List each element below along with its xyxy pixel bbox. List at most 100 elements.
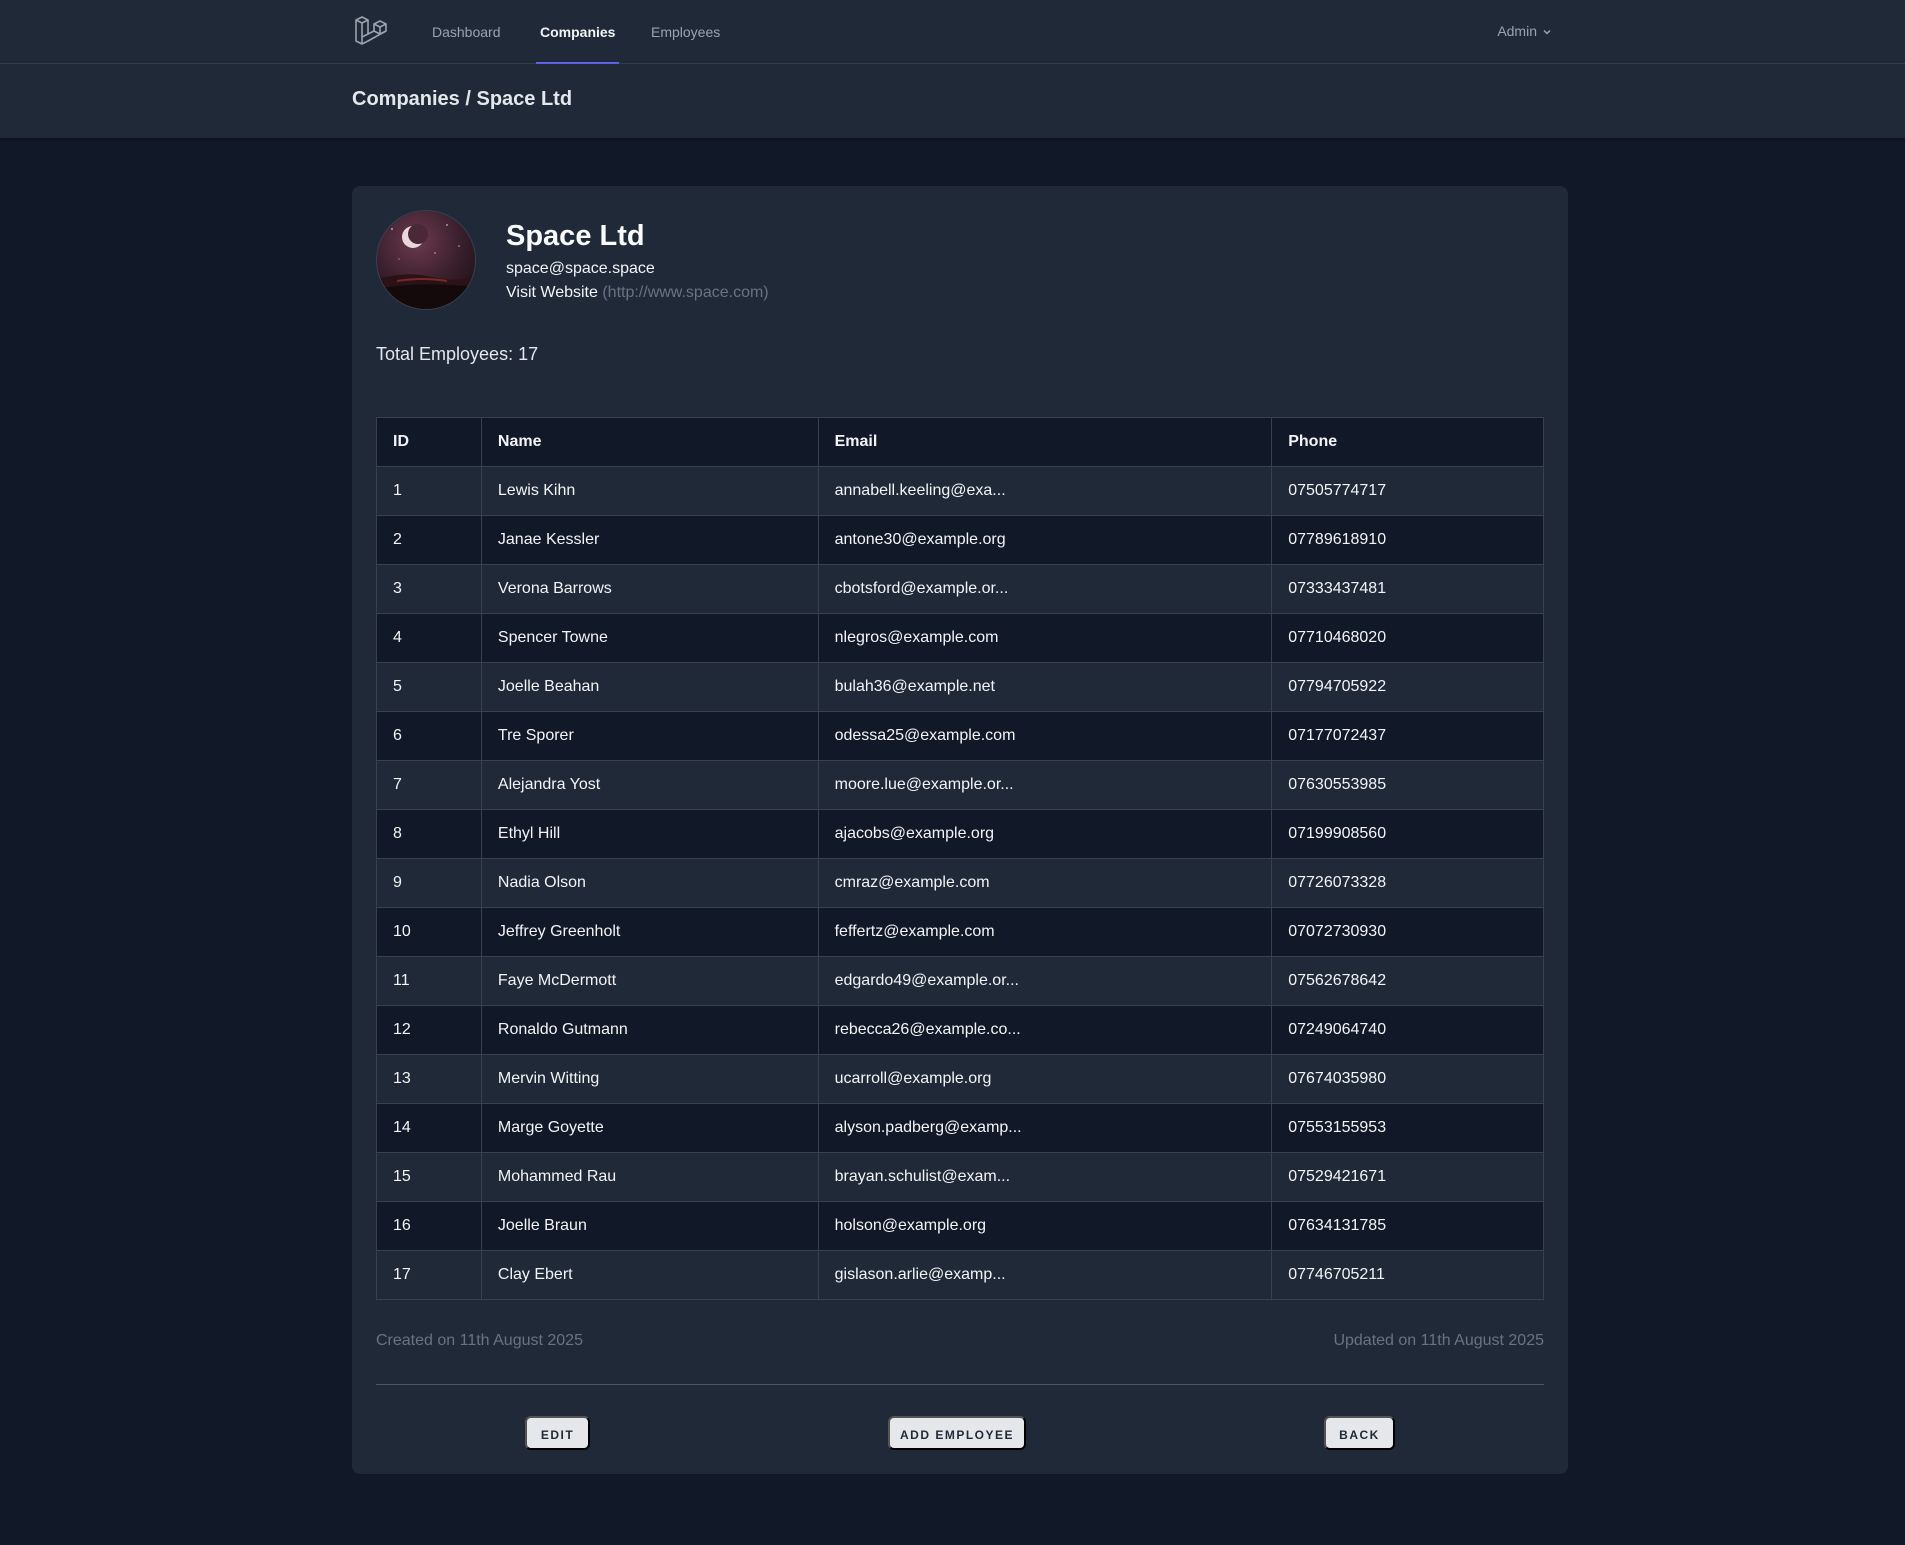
cell-phone: 07529421671 [1271,1152,1544,1202]
cell-id: 3 [376,564,482,614]
cell-phone: 07505774717 [1271,466,1544,516]
table-row: 11 Faye McDermott edgardo49@example.or... 0… [376,956,1544,1006]
user-menu-dropdown[interactable]: Admin [1497,0,1553,64]
divider [376,1384,1544,1385]
cell-email: feffertz@example.com [817,907,1273,957]
column-header-phone: Phone [1271,417,1544,467]
table-body: 1 Lewis Kihn annabell.keeling@exa... 075057… [376,466,1544,1300]
cell-id: 5 [376,662,482,712]
table-header-row: ID Name Email Phone [376,417,1544,467]
table-row: 13 Mervin Witting ucarroll@example.org 0767… [376,1054,1544,1104]
add-employee-button[interactable]: ADD EMPLOYEE [888,1416,1026,1450]
employees-table: ID Name Email Phone 1 Lewis Kihn annabell.… [376,417,1544,1300]
cell-phone: 07177072437 [1271,711,1544,761]
cell-email: brayan.schulist@exam... [817,1152,1273,1202]
cell-id: 10 [376,907,482,957]
cell-id: 1 [376,466,482,516]
cell-id: 16 [376,1201,482,1251]
cell-phone: 07072730930 [1271,907,1544,957]
user-name: Admin [1497,23,1537,39]
cell-phone: 07553155953 [1271,1103,1544,1153]
cell-email: edgardo49@example.or... [817,956,1273,1006]
cell-phone: 07726073328 [1271,858,1544,908]
cell-email: ajacobs@example.org [817,809,1273,859]
cell-name: Marge Goyette [480,1103,819,1153]
cell-id: 8 [376,809,482,859]
cell-id: 13 [376,1054,482,1104]
cell-email: nlegros@example.com [817,613,1273,663]
table-row: 6 Tre Sporer odessa25@example.com 071770724… [376,711,1544,761]
cell-phone: 07634131785 [1271,1201,1544,1251]
website-row: Visit Website (http://www.space.com) [506,284,769,302]
table-row: 9 Nadia Olson cmraz@example.com 07726073328 [376,858,1544,908]
nav-link-dashboard[interactable]: Dashboard [432,0,501,64]
table-row: 3 Verona Barrows cbotsford@example.or... 07… [376,564,1544,614]
cell-id: 9 [376,858,482,908]
cell-name: Jeffrey Greenholt [480,907,819,957]
cell-id: 2 [376,515,482,565]
cell-name: Mervin Witting [480,1054,819,1104]
nav-link-companies[interactable]: Companies [536,0,620,64]
cell-name: Tre Sporer [480,711,819,761]
cell-id: 14 [376,1103,482,1153]
column-header-email: Email [817,417,1273,467]
cell-name: Mohammed Rau [480,1152,819,1202]
cell-email: cbotsford@example.or... [817,564,1273,614]
cell-name: Ethyl Hill [480,809,819,859]
cell-id: 17 [376,1250,482,1300]
table-row: 2 Janae Kessler antone30@example.org 077896… [376,515,1544,565]
cell-id: 6 [376,711,482,761]
cell-name: Ronaldo Gutmann [480,1005,819,1055]
cell-email: antone30@example.org [817,515,1273,565]
cell-email: ucarroll@example.org [817,1054,1273,1104]
table-row: 5 Joelle Beahan bulah36@example.net 0779470… [376,662,1544,712]
cell-id: 15 [376,1152,482,1202]
cell-phone: 07249064740 [1271,1005,1544,1055]
chevron-down-icon [1543,30,1551,35]
cell-email: cmraz@example.com [817,858,1273,908]
cell-name: Lewis Kihn [480,466,819,516]
back-button[interactable]: BACK [1324,1416,1395,1450]
updated-date: Updated on 11th August 2025 [1333,1332,1544,1349]
cell-id: 4 [376,613,482,663]
column-header-id: ID [376,417,482,467]
table-row: 17 Clay Ebert gislason.arlie@examp... 07746… [376,1250,1544,1300]
laravel-logo-icon[interactable] [352,14,388,50]
cell-phone: 07562678642 [1271,956,1544,1006]
cell-email: odessa25@example.com [817,711,1273,761]
table-row: 4 Spencer Towne nlegros@example.com 0771046… [376,613,1544,663]
cell-email: gislason.arlie@examp... [817,1250,1273,1300]
cell-phone: 07794705922 [1271,662,1544,712]
cell-phone: 07199908560 [1271,809,1544,859]
cell-email: annabell.keeling@exa... [817,466,1273,516]
website-url: (http://www.space.com) [602,284,769,301]
cell-name: Janae Kessler [480,515,819,565]
cell-email: bulah36@example.net [817,662,1273,712]
cell-email: moore.lue@example.or... [817,760,1273,810]
cell-email: alyson.padberg@examp... [817,1103,1273,1153]
cell-id: 12 [376,1005,482,1055]
company-card: Space Ltd space@space.space Visit Websit… [352,186,1568,1474]
created-date: Created on 11th August 2025 [376,1332,583,1349]
cell-email: holson@example.org [817,1201,1273,1251]
table-row: 15 Mohammed Rau brayan.schulist@exam... 075… [376,1152,1544,1202]
cell-phone: 07746705211 [1271,1250,1544,1300]
nav-link-employees[interactable]: Employees [651,0,720,64]
top-navigation: Dashboard Companies Employees Admin [0,0,1905,64]
cell-name: Verona Barrows [480,564,819,614]
cell-id: 11 [376,956,482,1006]
company-name: Space Ltd [506,220,645,252]
visit-website-link[interactable]: Visit Website [506,284,598,301]
cell-name: Joelle Beahan [480,662,819,712]
company-email: space@space.space [506,260,655,277]
table-row: 8 Ethyl Hill ajacobs@example.org 0719990856… [376,809,1544,859]
edit-button[interactable]: EDIT [525,1416,590,1450]
table-row: 12 Ronaldo Gutmann rebecca26@example.co...… [376,1005,1544,1055]
cell-name: Alejandra Yost [480,760,819,810]
cell-phone: 07674035980 [1271,1054,1544,1104]
table-row: 16 Joelle Braun holson@example.org 07634131… [376,1201,1544,1251]
cell-name: Joelle Braun [480,1201,819,1251]
column-header-name: Name [480,417,819,467]
cell-name: Nadia Olson [480,858,819,908]
cell-id: 7 [376,760,482,810]
